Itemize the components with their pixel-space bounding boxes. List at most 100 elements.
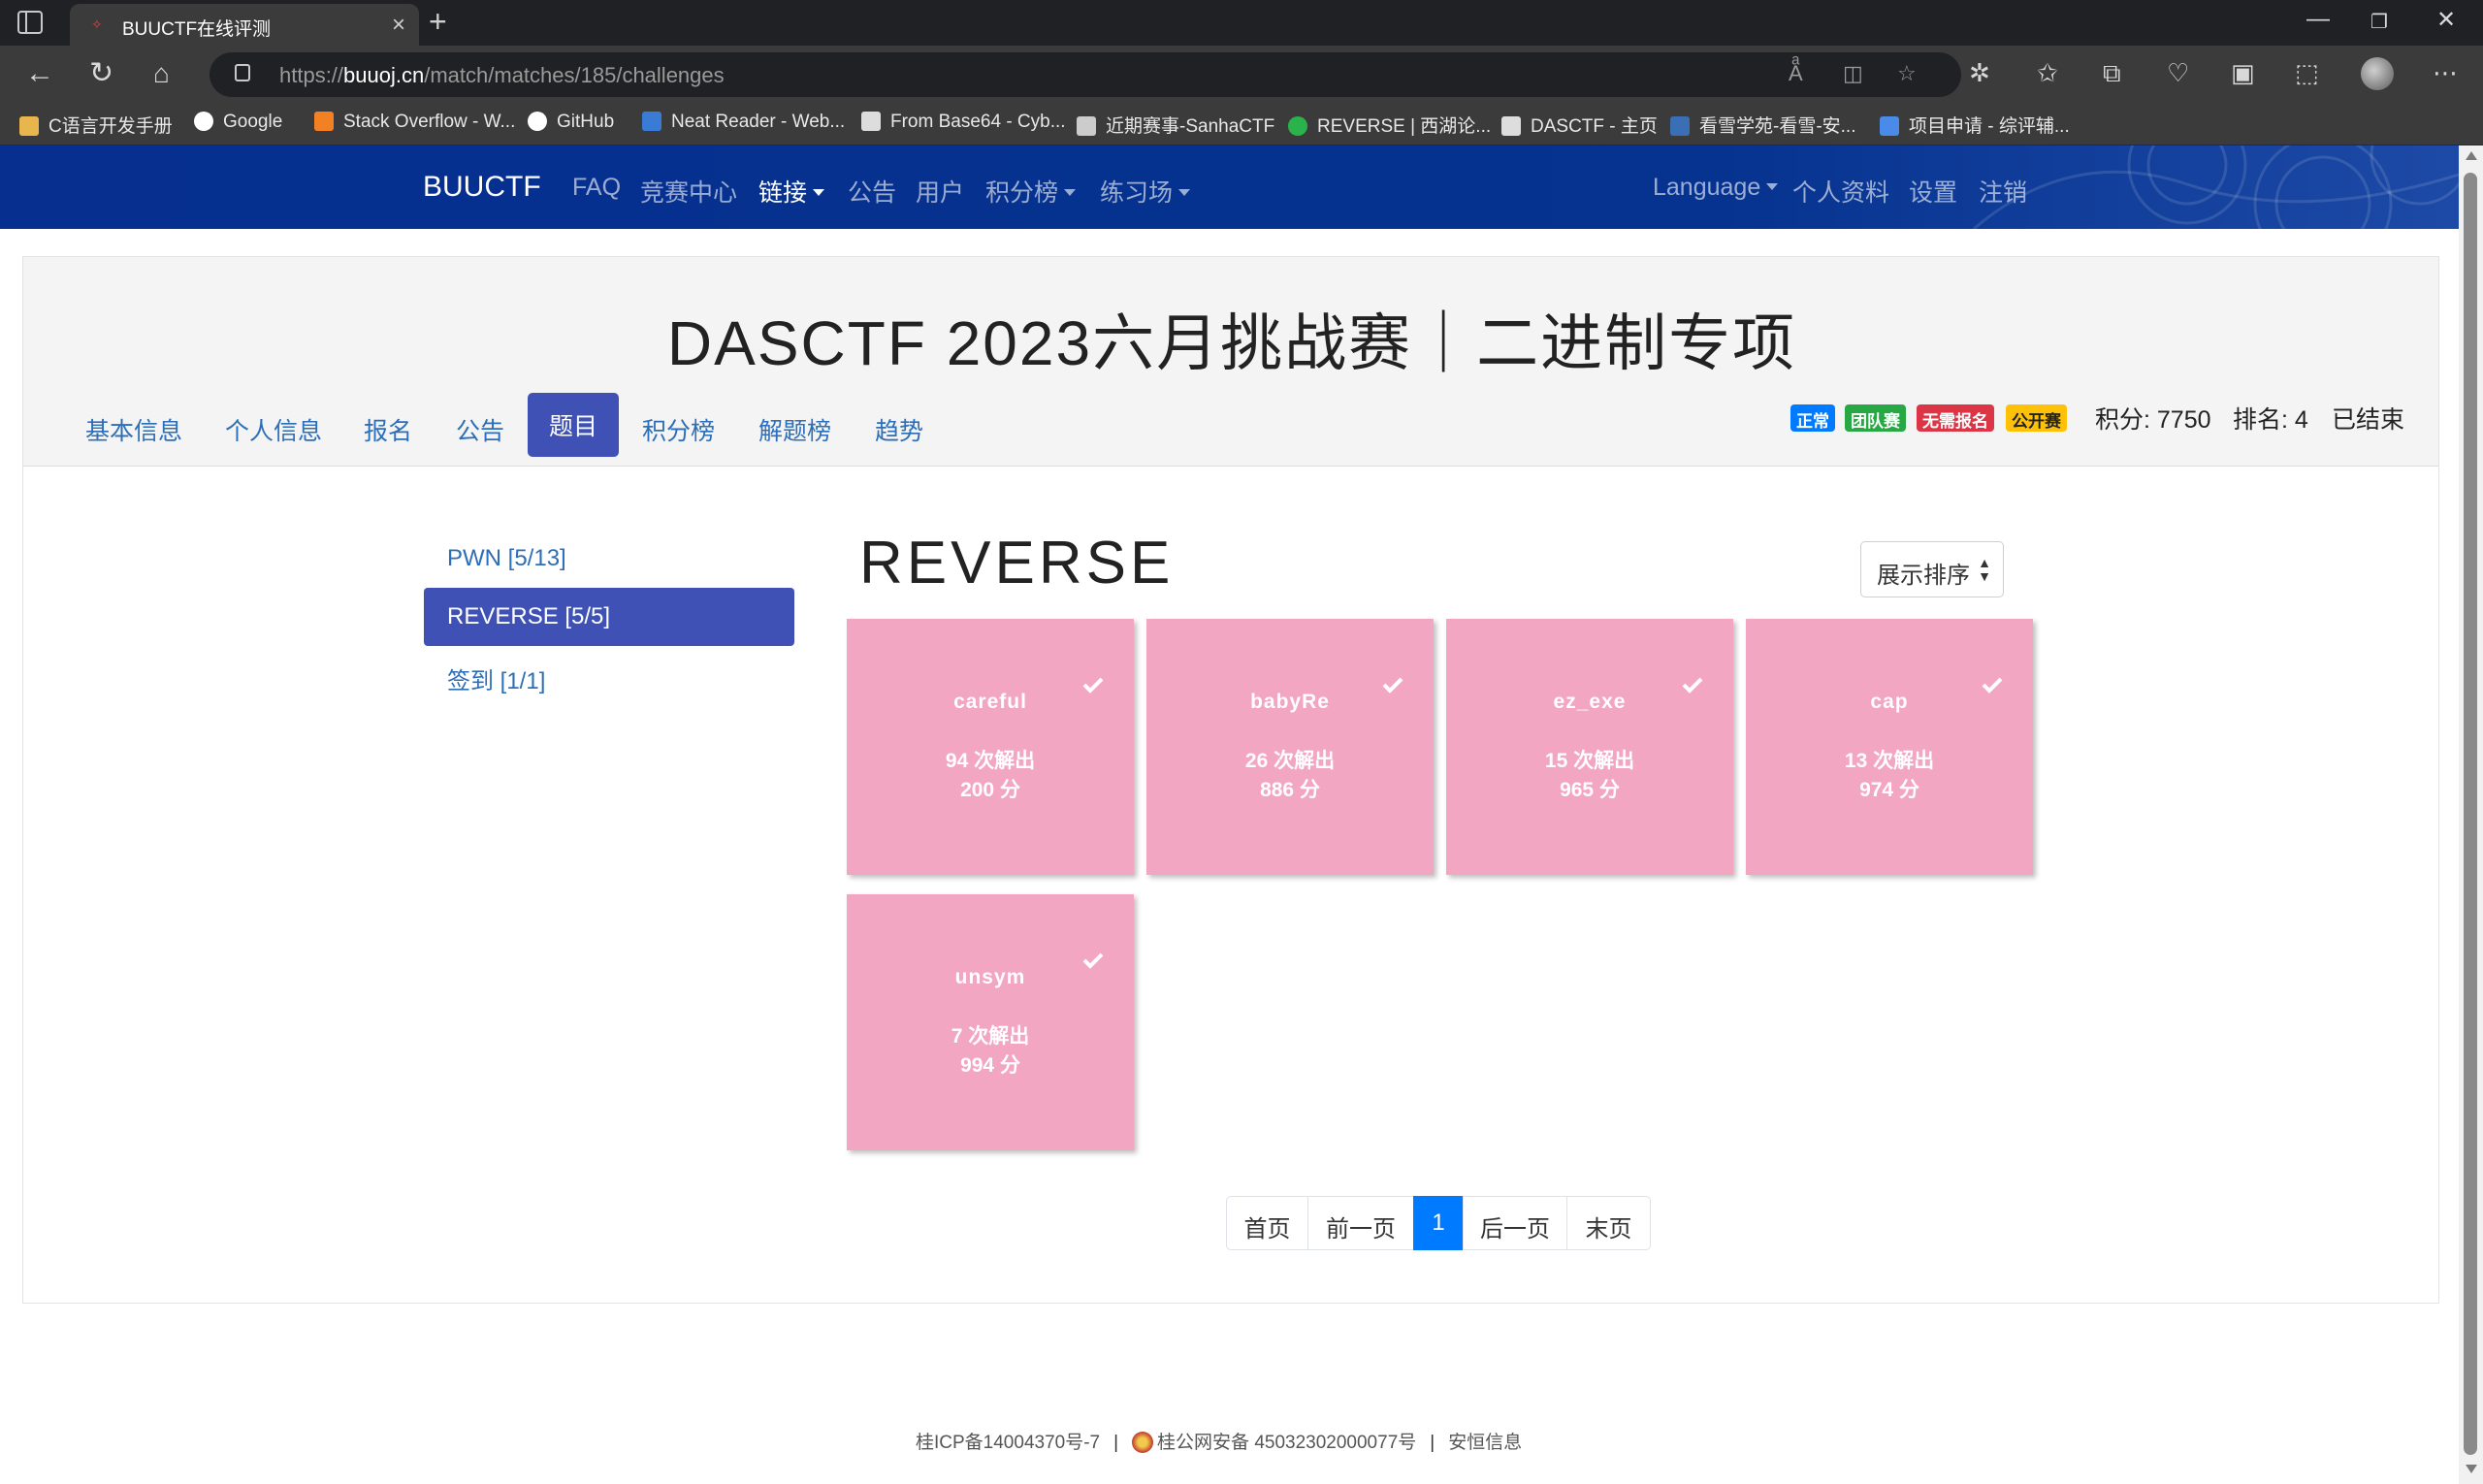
split-screen-icon[interactable]: ◫ (1843, 61, 1863, 86)
pagination-prev[interactable]: 前一页 (1307, 1196, 1414, 1250)
company-link[interactable]: 安恒信息 (1448, 1433, 1522, 1453)
tab-personal-info[interactable]: 个人信息 (204, 406, 343, 453)
bookmark-item[interactable]: Google (194, 112, 282, 133)
bookmark-item[interactable]: 看雪学苑-看雪-安... (1670, 112, 1856, 138)
restore-icon[interactable]: ❐ (2370, 10, 2388, 34)
url-text[interactable]: https://buuoj.cn/match/matches/185/chall… (279, 63, 725, 88)
read-aloud-icon[interactable]: Aͣ (1789, 61, 1803, 86)
lock-icon[interactable] (235, 64, 250, 81)
pagination-next[interactable]: 后一页 (1463, 1196, 1567, 1250)
nav-practice-dropdown[interactable]: 练习场 (1100, 174, 1191, 209)
icp-link[interactable]: 桂ICP备14004370号-7 (916, 1433, 1100, 1453)
pagination-current[interactable]: 1 (1413, 1196, 1464, 1250)
match-header: DASCTF 2023六月挑战赛｜二进制专项 基本信息 个人信息 报名 公告 题… (22, 256, 2439, 466)
nav-profile[interactable]: 个人资料 (1792, 174, 1889, 209)
home-icon[interactable]: ⌂ (153, 57, 170, 90)
nav-contests[interactable]: 竞赛中心 (640, 174, 737, 209)
new-tab-icon[interactable]: + (429, 4, 447, 40)
screenshot-icon[interactable]: ⬚ (2295, 58, 2319, 88)
add-favorite-icon[interactable]: ☆ (1897, 61, 1917, 86)
bookmark-item[interactable]: Neat Reader - Web... (642, 112, 845, 133)
category-reverse[interactable]: REVERSE [5/5] (424, 588, 794, 646)
status-badge: 正常 (1790, 404, 1835, 432)
nav-announcements[interactable]: 公告 (848, 174, 896, 209)
footer-separator: | (1430, 1433, 1435, 1453)
match-status-text: 已结束 (2332, 406, 2405, 434)
public-badge: 公开赛 (2006, 404, 2067, 432)
bookmark-item[interactable]: REVERSE | 西湖论... (1288, 112, 1491, 138)
nav-logout[interactable]: 注销 (1979, 174, 2027, 209)
folder-icon (19, 116, 39, 136)
nav-scoreboard-dropdown[interactable]: 积分榜 (985, 174, 1077, 209)
challenge-card[interactable]: babyRe 26 次解出 886 分 (1146, 619, 1434, 875)
nav-links-dropdown[interactable]: 链接 (758, 174, 825, 209)
window-close-icon[interactable]: ✕ (2436, 6, 2456, 34)
challenge-solves: 7 次解出 (951, 1025, 1030, 1048)
refresh-icon[interactable]: ↻ (89, 57, 113, 90)
pagination-first[interactable]: 首页 (1226, 1196, 1308, 1250)
tab-challenges[interactable]: 题目 (528, 393, 620, 457)
nav-settings[interactable]: 设置 (1909, 174, 1957, 209)
nav-language-dropdown[interactable]: Language (1653, 174, 1779, 202)
category-pwn[interactable]: PWN [5/13] (424, 530, 794, 588)
close-tab-icon[interactable]: × (392, 12, 405, 39)
page-scrollbar[interactable] (2459, 145, 2483, 1484)
cyberchef-icon (861, 112, 881, 131)
url-field[interactable]: https://buuoj.cn/match/matches/185/chall… (210, 52, 1961, 97)
more-menu-icon[interactable]: ⋯ (2433, 58, 2458, 88)
tab-register[interactable]: 报名 (342, 406, 434, 453)
chevron-down-icon (1766, 183, 1779, 190)
challenge-solves: 13 次解出 (1844, 750, 1935, 772)
profile-avatar[interactable] (2361, 57, 2394, 90)
browser-address-bar: ← ↻ ⌂ https://buuoj.cn/match/matches/185… (0, 46, 2483, 104)
police-record-link[interactable]: 桂公网安备 45032302000077号 (1157, 1433, 1416, 1453)
tab-basic-info[interactable]: 基本信息 (64, 406, 204, 453)
sort-select[interactable]: 展示排序 ▲ ▼ (1860, 541, 2004, 597)
extensions-icon[interactable]: ✲ (1969, 58, 1990, 88)
bookmark-item[interactable]: Stack Overflow - W... (314, 112, 515, 133)
category-signin[interactable]: 签到 [1/1] (424, 646, 794, 704)
tab-trend[interactable]: 趋势 (854, 406, 945, 453)
challenge-card[interactable]: unsym 7 次解出 994 分 (847, 894, 1134, 1150)
sanhactf-icon (1077, 116, 1096, 136)
challenges-panel (22, 466, 2439, 1304)
score-text: 积分: 7750 (2095, 406, 2211, 434)
back-icon[interactable]: ← (25, 57, 54, 90)
nav-language-label: Language (1653, 174, 1761, 201)
tab-actions-icon[interactable] (17, 11, 43, 34)
challenge-solves: 15 次解出 (1544, 750, 1635, 772)
favorites-icon[interactable]: ✩ (2037, 58, 2058, 88)
footer-separator: | (1113, 1433, 1119, 1453)
tab-scoreboard[interactable]: 积分榜 (621, 406, 736, 453)
nav-faq[interactable]: FAQ (572, 174, 621, 202)
challenge-card[interactable]: cap 13 次解出 974 分 (1746, 619, 2033, 875)
scroll-up-icon[interactable] (2466, 151, 2477, 160)
nav-scoreboard-label: 积分榜 (985, 179, 1059, 207)
collections-icon[interactable]: ⧉ (2103, 58, 2121, 89)
minimize-icon[interactable]: — (2306, 6, 2330, 33)
bookmark-item[interactable]: DASCTF - 主页 (1501, 112, 1658, 138)
site-brand[interactable]: BUUCTF (423, 171, 541, 204)
scrollbar-thumb[interactable] (2464, 173, 2477, 1455)
police-badge-icon (1132, 1432, 1154, 1453)
pagination-last[interactable]: 末页 (1566, 1196, 1651, 1250)
neat-reader-icon (642, 112, 661, 131)
bookmark-item[interactable]: 近期赛事-SanhaCTF (1077, 112, 1274, 138)
bookmark-item[interactable]: 项目申请 - 综评辅... (1880, 112, 2070, 138)
scroll-down-icon[interactable] (2466, 1465, 2477, 1473)
browser-essentials-icon[interactable]: ▣ (2231, 58, 2255, 88)
challenge-card[interactable]: ez_exe 15 次解出 965 分 (1446, 619, 1733, 875)
tab-solves[interactable]: 解题榜 (737, 406, 853, 453)
performance-icon[interactable]: ♡ (2167, 58, 2189, 88)
tab-announcements[interactable]: 公告 (435, 406, 526, 453)
challenge-name: ez_exe (1553, 691, 1627, 713)
tab-title: BUUCTF在线评测 (122, 19, 272, 40)
bookmark-item[interactable]: C语言开发手册 (19, 112, 173, 138)
bookmark-item[interactable]: From Base64 - Cyb... (861, 112, 1066, 133)
challenge-points: 200 分 (960, 779, 1020, 801)
challenge-card[interactable]: careful 94 次解出 200 分 (847, 619, 1134, 875)
bookmark-item[interactable]: GitHub (528, 112, 614, 133)
browser-tab-active[interactable]: ✧ BUUCTF在线评测 × (70, 4, 419, 46)
chevron-down-icon (813, 189, 825, 196)
nav-users[interactable]: 用户 (916, 174, 964, 209)
